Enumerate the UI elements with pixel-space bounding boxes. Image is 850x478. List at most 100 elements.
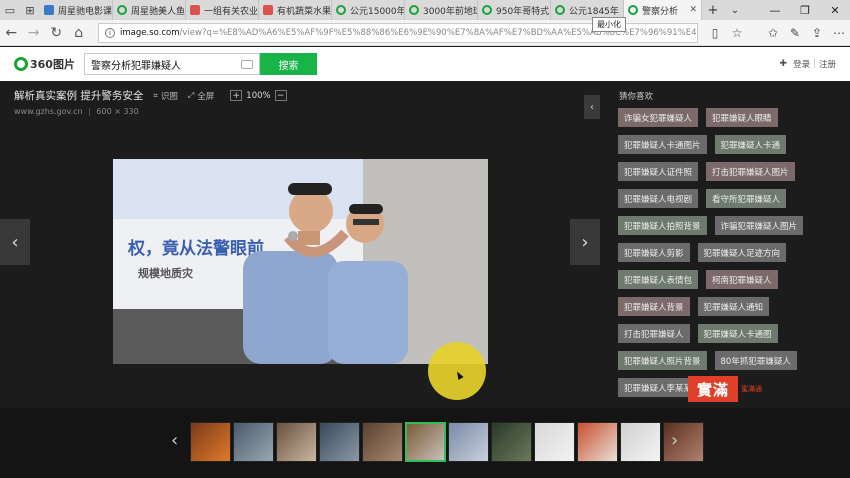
site-info-icon[interactable]: i xyxy=(105,27,115,38)
prev-image-button[interactable]: ‹ xyxy=(0,219,30,265)
browser-tab-2[interactable]: 一组有关农业 xyxy=(186,0,259,20)
more-menu-icon[interactable]: ⋯ xyxy=(828,26,850,40)
strip-next-button[interactable]: › xyxy=(671,430,678,451)
thumbnail[interactable] xyxy=(663,422,704,462)
related-tag[interactable]: 打击犯罪嫌疑人图片 xyxy=(706,162,795,181)
browser-tab-1[interactable]: 周星驰美人鱼 xyxy=(113,0,186,20)
image-size: 600 × 330 xyxy=(96,107,139,116)
logo-text: 360图片 xyxy=(30,58,75,71)
search-input[interactable]: 警察分析犯罪嫌疑人 xyxy=(84,53,260,75)
thumbnail[interactable] xyxy=(620,422,661,462)
browser-tab-0[interactable]: 周星驰电影课 xyxy=(40,0,113,20)
related-tag[interactable]: 犯罪嫌疑人电视剧 xyxy=(618,189,699,208)
thumbnail[interactable] xyxy=(448,422,489,462)
new-tab-button[interactable]: + xyxy=(702,0,724,20)
link-separator: | xyxy=(813,59,816,69)
search-button[interactable]: 搜索 xyxy=(260,53,317,75)
register-link[interactable]: 注册 xyxy=(819,58,836,70)
browser-tab-4[interactable]: 公元15000年 xyxy=(332,0,405,20)
related-tag[interactable]: 犯罪嫌疑人通知 xyxy=(697,297,770,316)
related-tag[interactable]: 打击犯罪嫌疑人 xyxy=(618,324,690,343)
related-tag[interactable]: 80年抓犯罪嫌疑人 xyxy=(714,351,797,370)
thumbnail[interactable] xyxy=(276,422,317,462)
tab-favicon-icon xyxy=(336,5,346,15)
fullscreen-button[interactable]: ⤢ 全屏 xyxy=(188,90,214,102)
related-tag[interactable]: 犯罪嫌疑人眼睛 xyxy=(706,108,778,127)
browser-tab-8[interactable]: 警察分析 ✕ xyxy=(624,0,702,20)
next-image-button[interactable]: › xyxy=(570,219,600,265)
related-tag[interactable]: 犯罪嫌疑人拍照背景 xyxy=(618,216,707,235)
image-source[interactable]: www.gzhs.gov.cn xyxy=(14,107,83,116)
related-tag[interactable]: 犯罪嫌疑人背景 xyxy=(618,297,690,316)
close-window-button[interactable]: ✕ xyxy=(820,0,850,20)
favorite-star-icon[interactable]: ☆ xyxy=(726,26,748,40)
tab-favicon-icon xyxy=(263,5,273,15)
browser-tab-3[interactable]: 有机蔬菜水果 xyxy=(259,0,332,20)
camera-icon[interactable] xyxy=(241,59,253,69)
strip-prev-button[interactable]: ‹ xyxy=(171,430,178,451)
related-tag[interactable]: 诈骗女犯罪嫌疑人 xyxy=(618,108,699,127)
related-tag[interactable]: 犯罪嫌疑人李某某 xyxy=(618,378,699,397)
refresh-button[interactable]: ↻ xyxy=(45,20,68,46)
tab-label: 公元1845年 xyxy=(569,6,619,17)
tab-favicon-icon xyxy=(555,5,565,15)
zoom-out-button[interactable]: − xyxy=(274,90,287,101)
related-tag[interactable]: 犯罪嫌疑人表情包 xyxy=(618,270,699,289)
related-tag[interactable]: 看守所犯罪嫌疑人 xyxy=(706,189,787,208)
meta-separator: | xyxy=(88,107,91,116)
related-tag[interactable]: 犯罪嫌疑人卡通图片 xyxy=(618,135,707,154)
site-header: 360图片 警察分析犯罪嫌疑人 搜索 ✚ 登录 | 注册 xyxy=(0,47,850,81)
share-icon[interactable]: ⇪ xyxy=(806,26,828,40)
related-tag[interactable]: 柯南犯罪嫌疑人 xyxy=(706,270,778,289)
logo-ring-icon xyxy=(14,57,28,71)
tab-list-chevron-icon[interactable]: ⌄ xyxy=(724,0,746,20)
tab-preview-icon[interactable]: ⊞ xyxy=(20,0,40,20)
site-logo[interactable]: 360图片 xyxy=(14,56,80,72)
minimize-tooltip: 最小化 xyxy=(592,17,626,32)
related-tag[interactable]: 犯罪嫌疑人卡通 xyxy=(714,135,787,154)
back-button[interactable]: ← xyxy=(0,20,23,46)
thumbnail-current[interactable] xyxy=(405,422,446,462)
browser-tab-5[interactable]: 3000年前地球 xyxy=(405,0,478,20)
tab-favicon-icon xyxy=(628,5,638,15)
forward-button[interactable]: → xyxy=(23,20,46,46)
favorites-hub-icon[interactable]: ✩ xyxy=(762,26,784,40)
maximize-button[interactable]: ❐ xyxy=(790,0,820,20)
window-controls: — ❐ ✕ xyxy=(760,0,850,20)
related-tag-list: 诈骗女犯罪嫌疑人 犯罪嫌疑人眼睛犯罪嫌疑人卡通图片 犯罪嫌疑人卡通 犯罪嫌疑人证件照打… xyxy=(618,108,844,405)
tab-actions-icon[interactable]: ▭ xyxy=(0,0,20,20)
tab-favicon-icon xyxy=(44,5,54,15)
thumbnail[interactable] xyxy=(319,422,360,462)
collapse-sidebar-button[interactable]: ‹ xyxy=(584,95,600,119)
thumbnail[interactable] xyxy=(362,422,403,462)
related-tag[interactable]: 犯罪嫌疑人卡通图 xyxy=(697,324,778,343)
browser-tab-bar: ▭ ⊞ 周星驰电影课 周星驰美人鱼 一组有关农业 有机蔬菜水果 公元15000年 3000… xyxy=(0,0,850,20)
thumbnail[interactable] xyxy=(233,422,274,462)
related-title: 猜你喜欢 xyxy=(619,92,654,102)
url-host: image.so.com xyxy=(120,27,180,38)
thumbnail[interactable] xyxy=(491,422,532,462)
close-tab-icon[interactable]: ✕ xyxy=(686,5,697,15)
notes-pen-icon[interactable]: ✎ xyxy=(784,26,806,40)
minimize-button[interactable]: — xyxy=(760,0,790,20)
main-photo[interactable]: 权，竟从法警眼前 规模地质灾 xyxy=(113,159,488,364)
thumbnail[interactable] xyxy=(577,422,618,462)
home-button[interactable]: ⌂ xyxy=(68,20,91,46)
zoom-in-button[interactable]: + xyxy=(230,90,243,101)
browser-tab-6[interactable]: 950年哥特式 xyxy=(478,0,551,20)
image-title-row: 解析真实案例 提升警务安全 ⌗ 识图 ⤢ 全屏 + 100% − xyxy=(14,88,291,103)
login-link[interactable]: 登录 xyxy=(793,58,810,70)
image-title: 解析真实案例 提升警务安全 xyxy=(14,90,144,102)
related-tag[interactable]: 犯罪嫌疑人证件照 xyxy=(618,162,699,181)
shitu-button[interactable]: ⌗ 识图 xyxy=(153,90,178,102)
image-viewer: 解析真实案例 提升警务安全 ⌗ 识图 ⤢ 全屏 + 100% − www.gzhs.… xyxy=(0,81,612,408)
related-tag[interactable]: 犯罪嫌疑人剪影 xyxy=(618,243,690,262)
related-tag[interactable]: 犯罪嫌疑人足迹方向 xyxy=(697,243,787,262)
thumbnail[interactable] xyxy=(534,422,575,462)
pin-icon: ✚ xyxy=(779,59,788,69)
reading-view-icon[interactable]: ▯ xyxy=(704,26,726,40)
related-tag[interactable]: 犯罪嫌疑人照片背景 xyxy=(618,351,707,370)
address-toolbar: ← → ↻ ⌂ i image.so.com /view?q=%E8%AD%A6… xyxy=(0,20,850,46)
thumbnail[interactable] xyxy=(190,422,231,462)
related-tag[interactable]: 诈骗犯罪嫌疑人图片 xyxy=(714,216,804,235)
